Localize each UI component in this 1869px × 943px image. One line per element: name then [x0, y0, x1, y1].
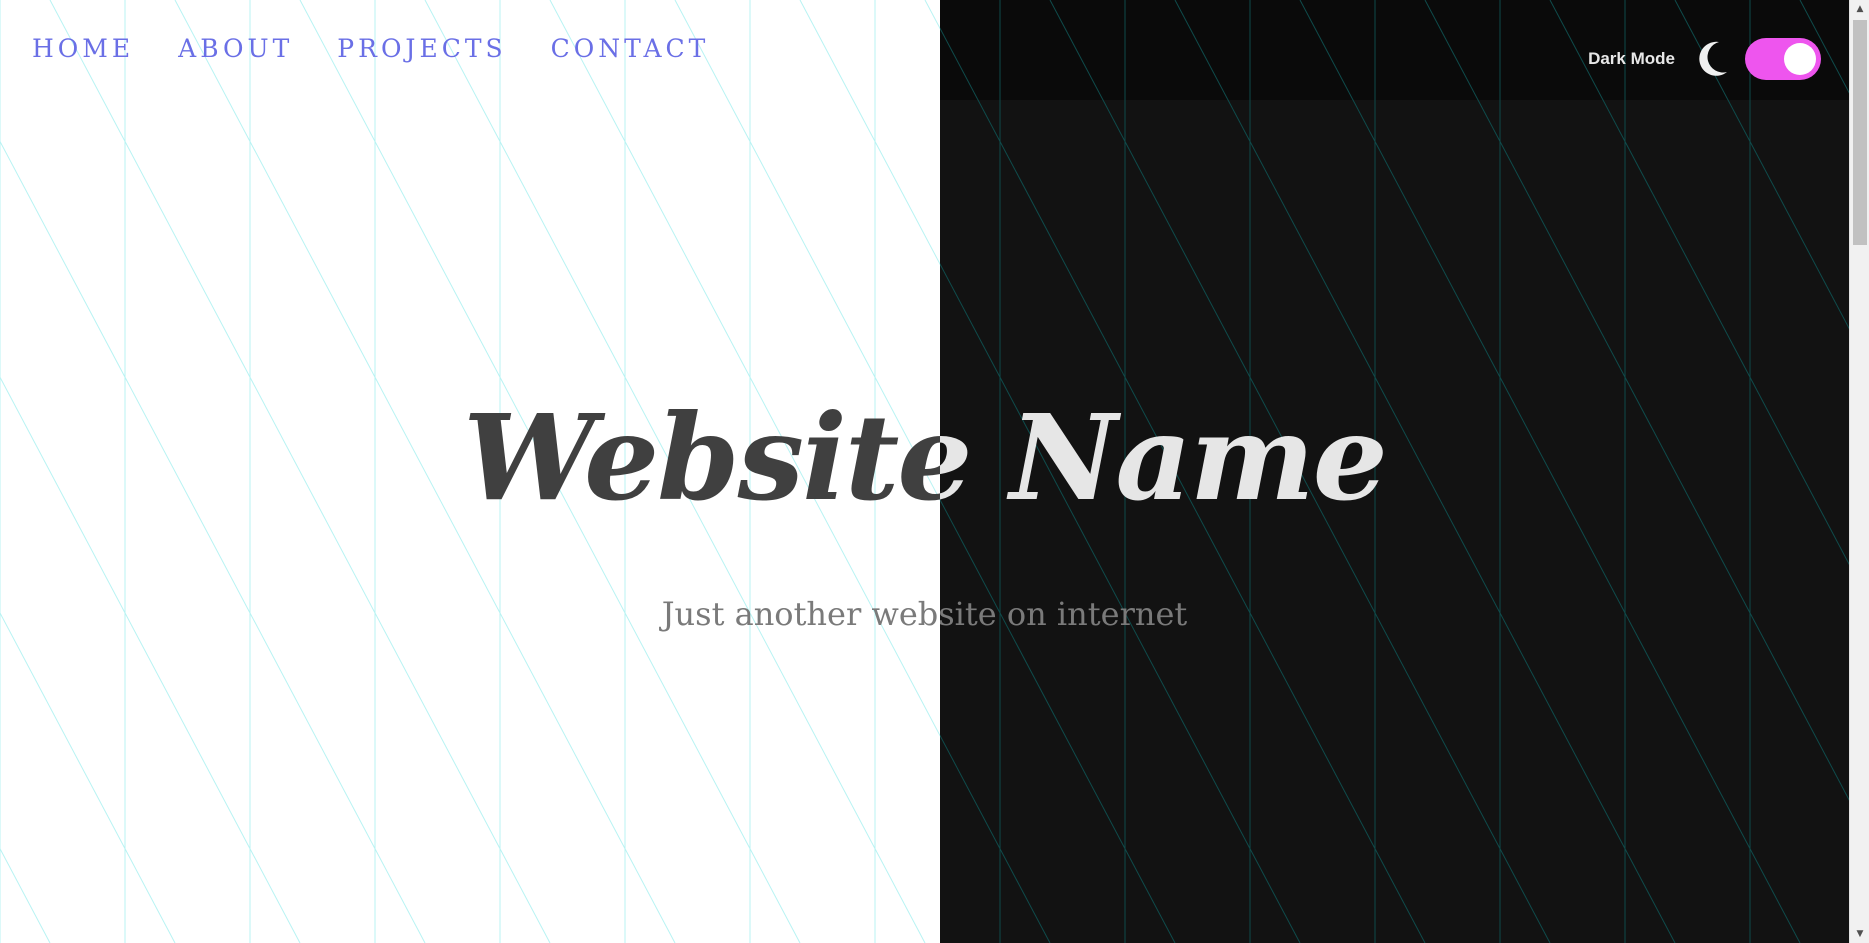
nav-link-contact[interactable]: CONTACT — [551, 34, 710, 63]
moon-icon — [1699, 41, 1727, 76]
scroll-up-arrow-icon[interactable]: ▲ — [1850, 0, 1869, 18]
nav-link-projects[interactable]: PROJECTS — [337, 34, 506, 63]
toggle-knob[interactable] — [1784, 43, 1816, 75]
vertical-scrollbar[interactable]: ▲ ▼ — [1849, 0, 1869, 943]
hero-subtitle: Just another website on internet — [661, 595, 1188, 633]
scrollbar-thumb[interactable] — [1853, 20, 1867, 245]
scroll-down-arrow-icon[interactable]: ▼ — [1850, 925, 1869, 943]
nav-link-about[interactable]: ABOUT — [178, 34, 293, 63]
dark-mode-label: Dark Mode — [1588, 49, 1675, 68]
main-navigation: HOME ABOUT PROJECTS CONTACT — [32, 34, 709, 63]
nav-link-home[interactable]: HOME — [32, 34, 134, 63]
hero-title: Website Name — [0, 388, 1849, 528]
dark-mode-control: Dark Mode — [1588, 38, 1821, 80]
dark-mode-toggle[interactable] — [1745, 38, 1821, 80]
